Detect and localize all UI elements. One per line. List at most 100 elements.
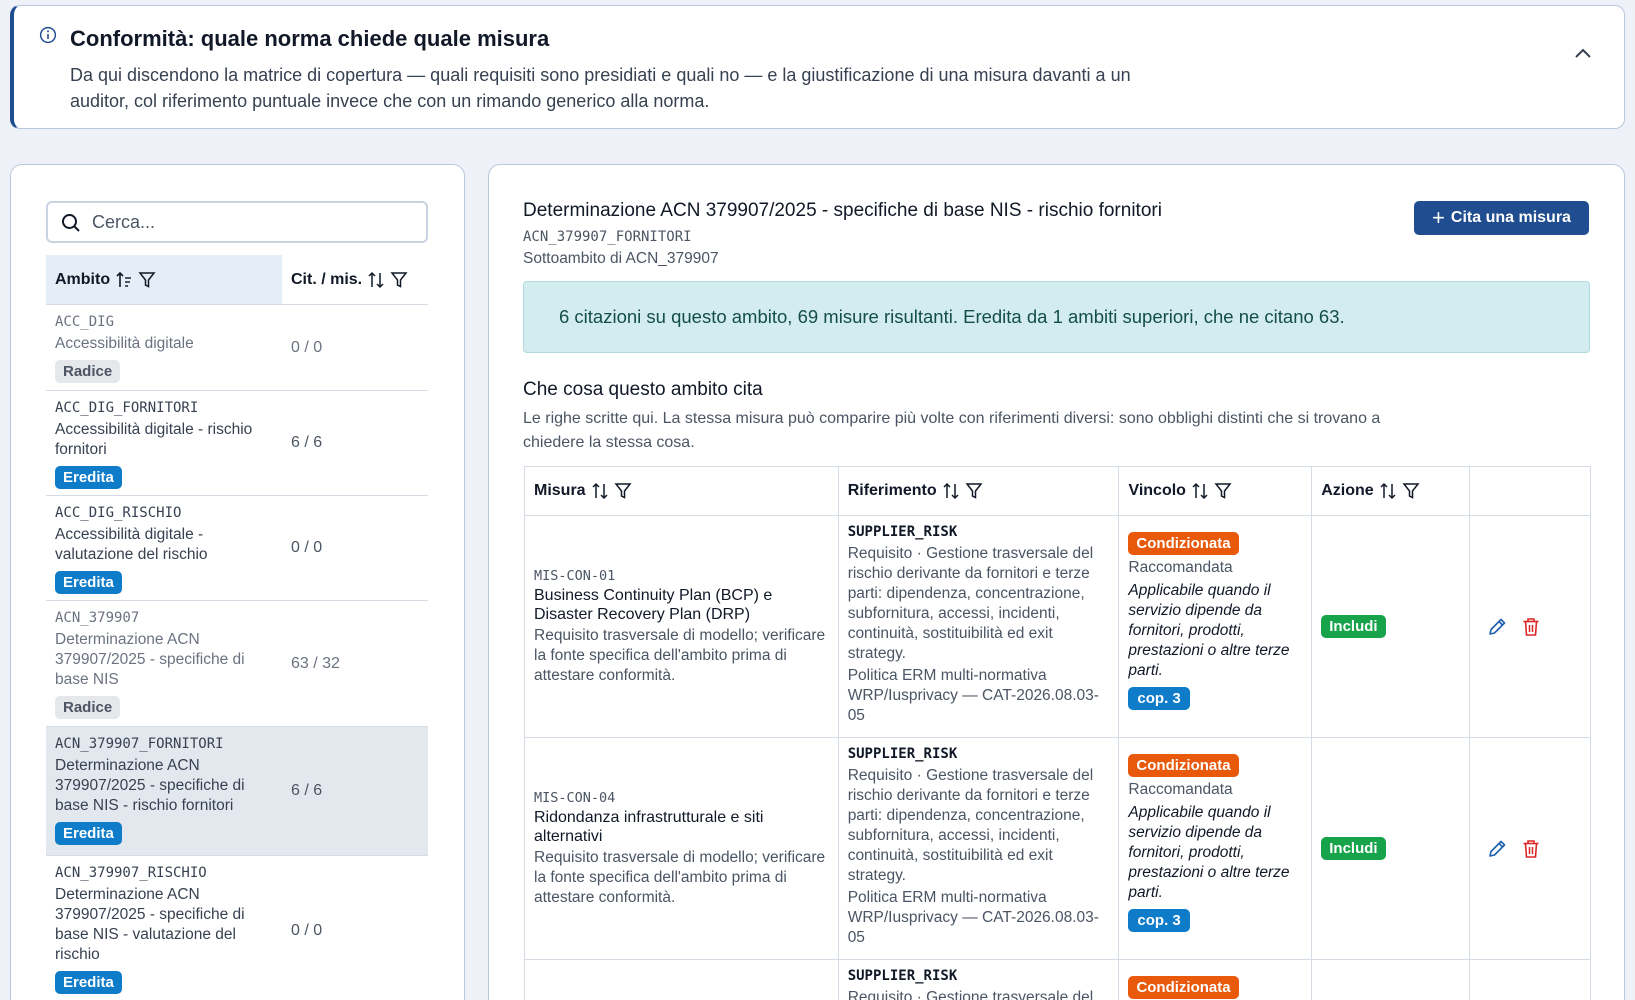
scope-row[interactable]: ACC_DIG_RISCHIO Accessibilità digitale -… [46,496,428,601]
constraint-level: Raccomandata [1128,781,1233,798]
scope-row-selected[interactable]: ACN_379907_FORNITORI Determinazione ACN … [46,727,428,856]
scope-name: Determinazione ACN 379907/2025 - specifi… [55,631,245,688]
column-header-tools [1470,467,1591,516]
scope-row[interactable]: ACN_379907 Determinazione ACN 379907/202… [46,601,428,727]
detail-title: Determinazione ACN 379907/2025 - specifi… [523,200,1162,221]
scope-name: Accessibilità digitale - valutazione del… [55,526,208,563]
reference-text: Requisito · Gestione trasversale del [847,989,1094,1000]
sort-icon[interactable] [368,271,384,289]
constraint-note: Applicabile quando il servizio dipende d… [1128,582,1290,679]
delete-icon[interactable] [1520,838,1542,860]
sort-icon[interactable] [1192,482,1208,500]
detail-code: ACN_379907_FORNITORI [523,229,692,245]
column-header-label: Ambito [55,270,111,288]
scope-code: ACC_DIG_RISCHIO [55,505,182,521]
edit-icon[interactable] [1486,838,1508,860]
column-header-label: Misura [534,482,586,499]
scope-name: Determinazione ACN 379907/2025 - specifi… [55,886,245,963]
measure-description: Requisito trasversale di modello; verifi… [534,626,826,684]
scope-counts: 0 / 0 [291,921,323,939]
column-header-measure[interactable]: Misura [525,467,839,516]
filter-icon[interactable] [1402,482,1420,500]
measure-code: MIS-CON-01 [534,567,616,584]
sort-ascending-icon[interactable] [116,271,132,289]
scope-row[interactable]: ACN_379907_RISCHIO Determinazione ACN 37… [46,856,428,1000]
scope-code: ACN_379907_RISCHIO [55,865,207,881]
inherit-badge: Eredita [55,822,122,845]
scope-table: Ambito Cit. / mis. ACC_DIG Accessibilità… [46,255,428,1000]
scope-detail-panel: Determinazione ACN 379907/2025 - specifi… [488,164,1625,1000]
root-badge: Radice [55,360,121,383]
filter-icon[interactable] [614,482,632,500]
info-icon [39,26,57,44]
conditional-badge: Condizionata [1128,754,1239,777]
plus-icon: + [1432,205,1445,230]
filter-icon[interactable] [390,271,408,289]
summary-alert: 6 citazioni su questo ambito, 69 misure … [523,281,1590,353]
info-banner: Conformità: quale norma chiede quale mis… [10,5,1625,129]
measure-name: Business Continuity Plan (BCP) e Disaste… [534,586,773,623]
cite-measure-button[interactable]: + Cita una misura [1414,201,1589,235]
search-input[interactable] [92,209,412,235]
constraint-note: Applicabile quando il servizio dipende d… [1128,804,1290,901]
reference-source: Politica ERM multi-normativa WRP/Iuspriv… [847,667,1099,724]
reference-key: SUPPLIER_RISK [847,968,958,984]
filter-icon[interactable] [138,271,156,289]
scope-table-header: Ambito Cit. / mis. [46,255,428,305]
measure-name: Ridondanza infrastrutturale e siti alter… [534,808,764,845]
search-icon [62,214,80,232]
scope-counts: 6 / 6 [291,434,323,451]
scope-counts: 0 / 0 [291,539,323,556]
include-badge: Includi [1321,615,1386,638]
column-header-reference[interactable]: Riferimento [838,467,1120,516]
column-header-label: Cit. / mis. [291,270,363,288]
banner-description: Da qui discendono la matrice di copertur… [70,65,1131,111]
scope-counts: 0 / 0 [291,338,323,356]
sort-icon[interactable] [1380,482,1396,500]
banner-title: Conformità: quale norma chiede quale mis… [70,26,550,51]
column-header-label: Azione [1321,482,1374,499]
scope-counts: 6 / 6 [291,782,323,799]
reference-source: Politica ERM multi-normativa WRP/Iuspriv… [847,889,1099,946]
scope-row[interactable]: ACC_DIG Accessibilità digitale Radice 0 … [46,305,428,391]
scope-code: ACC_DIG [55,314,115,330]
scope-name: Accessibilità digitale [55,335,194,352]
scope-code: ACC_DIG_FORNITORI [55,400,199,416]
reference-key: SUPPLIER_RISK [847,746,958,762]
cite-measure-label: Cita una misura [1450,209,1571,226]
root-badge: Radice [55,696,121,719]
conditional-badge: Condizionata [1128,532,1239,555]
filter-icon[interactable] [1214,482,1232,500]
citation-row: SUPPLIER_RISK Requisito · Gestione trasv… [525,960,1592,1000]
column-header-label: Riferimento [847,482,937,499]
section-description: Le righe scritte qui. La stessa misura p… [523,410,1381,451]
inherit-badge: Eredita [55,571,122,594]
measure-code: MIS-CON-04 [534,789,616,806]
filter-icon[interactable] [965,482,983,500]
search-box[interactable] [46,201,428,243]
column-header-counts[interactable]: Cit. / mis. [282,255,428,304]
scope-name: Determinazione ACN 379907/2025 - specifi… [55,757,245,814]
reference-key: SUPPLIER_RISK [847,524,958,540]
scope-row[interactable]: ACC_DIG_FORNITORI Accessibilità digitale… [46,391,428,496]
scope-code: ACN_379907 [55,610,140,626]
citation-row: MIS-CON-04 Ridondanza infrastrutturale e… [525,738,1591,960]
sort-icon[interactable] [943,482,959,500]
citations-table: Misura Riferimento Vincolo Azione MIS-CO… [524,466,1592,1000]
delete-icon[interactable] [1520,616,1542,638]
scope-name: Accessibilità digitale - rischio fornito… [55,421,253,458]
sort-icon[interactable] [592,482,608,500]
measure-description: Requisito trasversale di modello; verifi… [534,848,826,906]
column-header-constraint[interactable]: Vincolo [1119,467,1313,516]
column-header-action[interactable]: Azione [1312,467,1471,516]
citation-row: MIS-CON-01 Business Continuity Plan (BCP… [525,516,1591,738]
column-header-scope[interactable]: Ambito [46,255,282,304]
constraint-level: Raccomandata [1128,559,1233,576]
edit-icon[interactable] [1486,616,1508,638]
reference-text: Requisito · Gestione trasversale del ris… [847,545,1094,662]
conditional-badge: Condizionata [1128,976,1239,999]
chevron-up-icon[interactable] [1572,42,1594,64]
coverage-badge: cop. 3 [1128,909,1190,932]
detail-parent: Sottoambito di ACN_379907 [523,250,719,267]
coverage-badge: cop. 3 [1128,687,1190,710]
